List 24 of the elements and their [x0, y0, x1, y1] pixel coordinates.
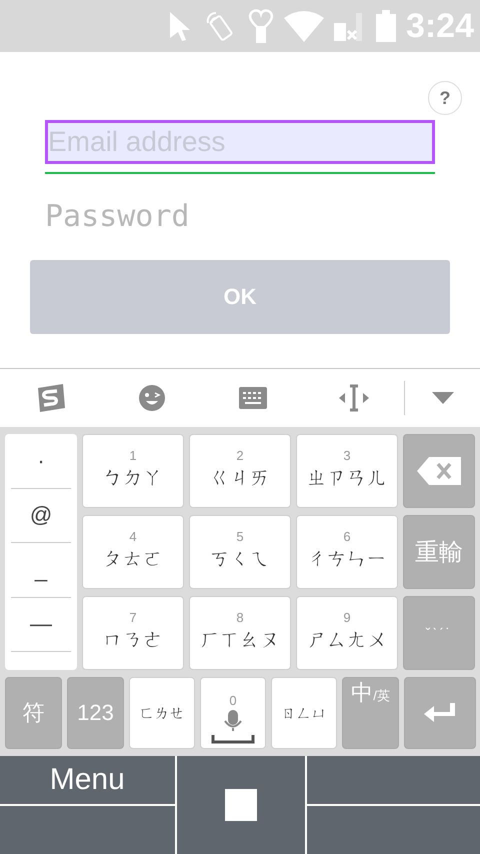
- zhuyin-key[interactable]: ㄈㄌㄝ: [129, 677, 195, 749]
- zhuyin-key[interactable]: 3 ㄓㄗㄢㄦ: [296, 434, 398, 508]
- zhuyin-key[interactable]: 6 ㄔㄘㄣㄧ: [296, 515, 398, 589]
- backspace-icon: [417, 457, 461, 485]
- zhuyin-key[interactable]: 4 ㄆㄊㄛ: [82, 515, 184, 589]
- enter-key[interactable]: [404, 677, 476, 749]
- zhuyin-key[interactable]: ㄖㄥㄩ: [271, 677, 337, 749]
- zhuyin-key[interactable]: 7 ㄇㄋㄜ: [82, 596, 184, 670]
- help-button[interactable]: ?: [428, 81, 462, 115]
- zhuyin-key[interactable]: 5 ㄎㄑㄟ: [189, 515, 291, 589]
- wifi-icon: [284, 10, 324, 42]
- emoji-icon[interactable]: [138, 384, 166, 412]
- zhuyin-key[interactable]: 1 ㄅㄉㄚ: [82, 434, 184, 508]
- collapse-icon[interactable]: [432, 392, 454, 404]
- zhuyin-key[interactable]: 2 ㄍㄐㄞ: [189, 434, 291, 508]
- keyboard-icon[interactable]: [238, 387, 266, 409]
- text-cursor-icon[interactable]: [338, 384, 368, 412]
- microphone-space-icon: [211, 710, 255, 744]
- battery-icon: [374, 9, 398, 43]
- backspace-key[interactable]: [403, 434, 475, 508]
- password-field[interactable]: Password: [45, 194, 435, 238]
- zhuyin-key[interactable]: 8 ㄏㄒㄠㄡ: [189, 596, 291, 670]
- zhuyin-key[interactable]: 9 ㄕㄙㄤㄨ: [296, 596, 398, 670]
- enter-icon: [424, 703, 456, 723]
